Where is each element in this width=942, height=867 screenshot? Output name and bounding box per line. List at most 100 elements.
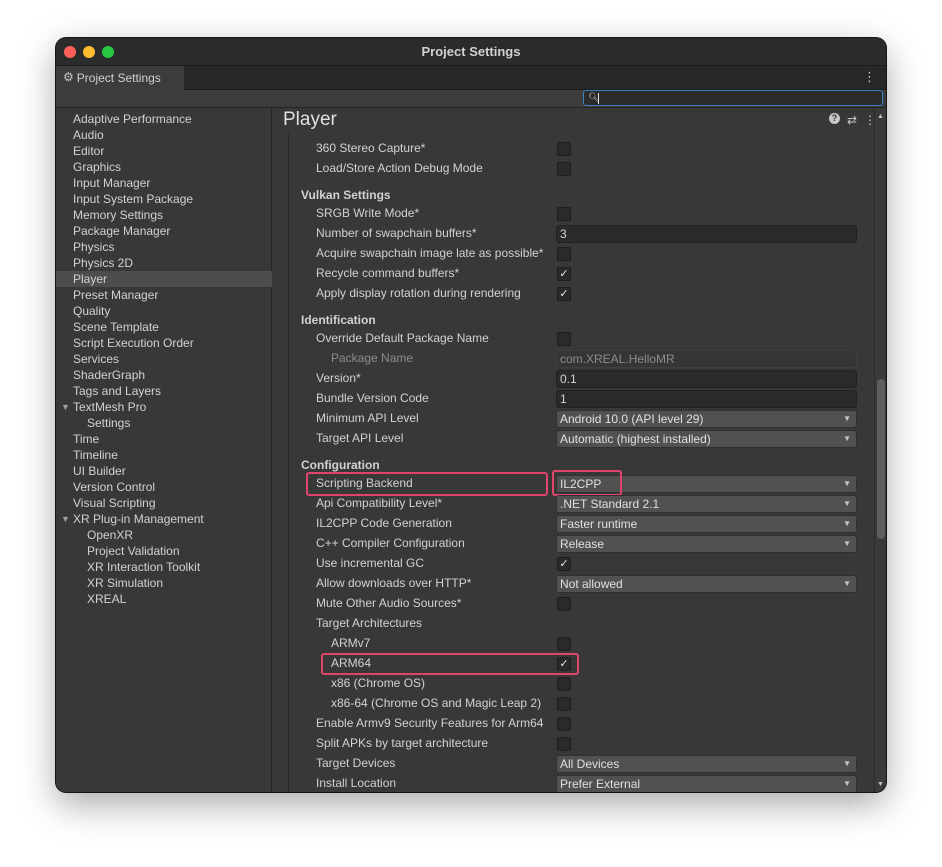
dropdown-value: Prefer External — [560, 777, 641, 791]
settings-sidebar: Adaptive Performance Audio Editor Graphics I… — [56, 109, 272, 792]
scrollbar-thumb[interactable] — [877, 379, 885, 539]
setting-label: C++ Compiler Configuration — [316, 536, 465, 550]
scroll-up-icon[interactable]: ▲ — [877, 113, 884, 120]
install-location-dropdown[interactable]: Prefer External ▼ — [556, 775, 857, 792]
setting-row-x86-64-chrome-os-and-magic-leap-2: x86-64 (Chrome OS and Magic Leap 2) — [289, 694, 864, 714]
sidebar-item-textmesh-pro[interactable]: ▼ TextMesh Pro — [56, 399, 272, 415]
sidebar-item-editor[interactable]: Editor — [56, 143, 272, 159]
help-icon[interactable]: ? — [828, 113, 840, 124]
override-default-package-name-checkbox[interactable] — [557, 332, 571, 346]
sidebar-item-visual-scripting[interactable]: Visual Scripting — [56, 495, 272, 511]
sidebar-item-label: Input System Package — [73, 192, 194, 206]
sidebar-item-label: Script Execution Order — [73, 336, 194, 350]
page-title: Player — [283, 109, 337, 130]
acquire-swapchain-image-late-as-possible-checkbox[interactable] — [557, 247, 571, 261]
sidebar-item-physics-2d[interactable]: Physics 2D — [56, 255, 272, 271]
enable-armv9-security-features-for-arm64-checkbox[interactable] — [557, 717, 571, 731]
sidebar-item-label: Player — [73, 272, 108, 286]
preset-sliders-icon[interactable]: ⇄ — [847, 113, 857, 127]
sidebar-item-input-manager[interactable]: Input Manager — [56, 175, 272, 191]
sidebar-item-label: Editor — [73, 144, 105, 158]
section-title: Vulkan Settings — [301, 188, 391, 202]
version-field[interactable]: 0.1 — [556, 370, 857, 388]
setting-label: Target API Level — [316, 431, 404, 445]
sidebar-item-scene-template[interactable]: Scene Template — [56, 319, 272, 335]
il2cpp-code-generation-dropdown[interactable]: Faster runtime ▼ — [556, 515, 857, 533]
sidebar-item-time[interactable]: Time — [56, 431, 272, 447]
target-devices-dropdown[interactable]: All Devices ▼ — [556, 755, 857, 773]
setting-label: Api Compatibility Level* — [316, 496, 443, 510]
sidebar-item-memory-settings[interactable]: Memory Settings — [56, 207, 272, 223]
setting-row-enable-armv9-security-features-for-arm64: Enable Armv9 Security Features for Arm64 — [289, 714, 864, 734]
load-store-action-debug-mode-checkbox[interactable] — [557, 162, 571, 176]
setting-label: Mute Other Audio Sources* — [316, 596, 462, 610]
sidebar-item-adaptive-performance[interactable]: Adaptive Performance — [56, 111, 272, 127]
sidebar-item-project-validation[interactable]: Project Validation — [56, 543, 272, 559]
dropdown-value: All Devices — [560, 757, 620, 771]
split-apks-by-target-architecture-checkbox[interactable] — [557, 737, 571, 751]
number-of-swapchain-buffers-field[interactable]: 3 — [556, 225, 857, 243]
apply-display-rotation-during-rendering-checkbox[interactable]: ✓ — [557, 287, 571, 301]
api-compatibility-level-dropdown[interactable]: .NET Standard 2.1 ▼ — [556, 495, 857, 513]
sidebar-item-settings[interactable]: Settings — [56, 415, 272, 431]
bundle-version-code-field[interactable]: 1 — [556, 390, 857, 408]
360-stereo-capture-checkbox[interactable] — [557, 142, 571, 156]
use-incremental-gc-checkbox[interactable]: ✓ — [557, 557, 571, 571]
sidebar-item-graphics[interactable]: Graphics — [56, 159, 272, 175]
sidebar-item-label: Graphics — [73, 160, 122, 174]
sidebar-item-label: Services — [73, 352, 120, 366]
sidebar-item-xreal[interactable]: XREAL — [56, 591, 272, 607]
sidebar-item-player[interactable]: Player — [56, 271, 272, 287]
setting-label: Apply display rotation during rendering — [316, 286, 521, 300]
setting-row-override-default-package-name: Override Default Package Name — [289, 329, 864, 349]
vertical-scrollbar[interactable]: ▲ ▼ — [874, 109, 886, 792]
sidebar-item-xr-interaction-toolkit[interactable]: XR Interaction Toolkit — [56, 559, 272, 575]
sidebar-item-input-system-package[interactable]: Input System Package — [56, 191, 272, 207]
minimum-api-level-dropdown[interactable]: Android 10.0 (API level 29) ▼ — [556, 410, 857, 428]
c-compiler-configuration-dropdown[interactable]: Release ▼ — [556, 535, 857, 553]
sidebar-item-script-execution-order[interactable]: Script Execution Order — [56, 335, 272, 351]
sidebar-item-label: Package Manager — [73, 224, 171, 238]
sidebar-item-package-manager[interactable]: Package Manager — [56, 223, 272, 239]
x86-chrome-os-checkbox[interactable] — [557, 677, 571, 691]
armv7-checkbox[interactable] — [557, 637, 571, 651]
settings-panel: Player ? ⇄ ⋮ 360 Stereo Capture* Load/Sto… — [273, 109, 886, 792]
sidebar-item-quality[interactable]: Quality — [56, 303, 272, 319]
sidebar-item-label: Tags and Layers — [73, 384, 162, 398]
target-api-level-dropdown[interactable]: Automatic (highest installed) ▼ — [556, 430, 857, 448]
sidebar-item-services[interactable]: Services — [56, 351, 272, 367]
sidebar-item-preset-manager[interactable]: Preset Manager — [56, 287, 272, 303]
chevron-down-icon: ▼ — [843, 479, 851, 488]
sidebar-item-xr-plug-in-management[interactable]: ▼ XR Plug-in Management — [56, 511, 272, 527]
setting-row-bundle-version-code: Bundle Version Code 1 — [289, 389, 864, 409]
search-input[interactable]: 🔍︎ — [583, 90, 883, 106]
setting-row-load-store-action-debug-mode: Load/Store Action Debug Mode — [289, 159, 864, 179]
sidebar-item-label: Preset Manager — [73, 288, 159, 302]
scripting-backend-label-highlight — [306, 472, 548, 496]
tab-menu-icon[interactable]: ⋮ — [863, 69, 876, 85]
chevron-down-icon: ▼ — [843, 519, 851, 528]
sidebar-item-physics[interactable]: Physics — [56, 239, 272, 255]
mute-other-audio-sources-checkbox[interactable] — [557, 597, 571, 611]
recycle-command-buffers-checkbox[interactable]: ✓ — [557, 267, 571, 281]
setting-label: Package Name — [331, 351, 414, 365]
sidebar-item-tags-and-layers[interactable]: Tags and Layers — [56, 383, 272, 399]
sidebar-item-audio[interactable]: Audio — [56, 127, 272, 143]
tab-project-settings[interactable]: ⚙ Project Settings — [56, 66, 184, 90]
expand-arrow-icon[interactable]: ▼ — [61, 511, 70, 527]
scroll-down-icon[interactable]: ▼ — [877, 781, 884, 788]
tab-bar: ⚙ Project Settings ⋮ — [56, 66, 886, 90]
srgb-write-mode-checkbox[interactable] — [557, 207, 571, 221]
allow-downloads-over-http-dropdown[interactable]: Not allowed ▼ — [556, 575, 857, 593]
setting-label: IL2CPP Code Generation — [316, 516, 452, 530]
expand-arrow-icon[interactable]: ▼ — [61, 399, 70, 415]
sidebar-item-label: Physics — [73, 240, 115, 254]
sidebar-item-timeline[interactable]: Timeline — [56, 447, 272, 463]
sidebar-item-version-control[interactable]: Version Control — [56, 479, 272, 495]
sidebar-item-openxr[interactable]: OpenXR — [56, 527, 272, 543]
x86-64-chrome-os-and-magic-leap-2-checkbox[interactable] — [557, 697, 571, 711]
sidebar-item-xr-simulation[interactable]: XR Simulation — [56, 575, 272, 591]
sidebar-item-label: UI Builder — [73, 464, 126, 478]
sidebar-item-ui-builder[interactable]: UI Builder — [56, 463, 272, 479]
sidebar-item-shadergraph[interactable]: ShaderGraph — [56, 367, 272, 383]
